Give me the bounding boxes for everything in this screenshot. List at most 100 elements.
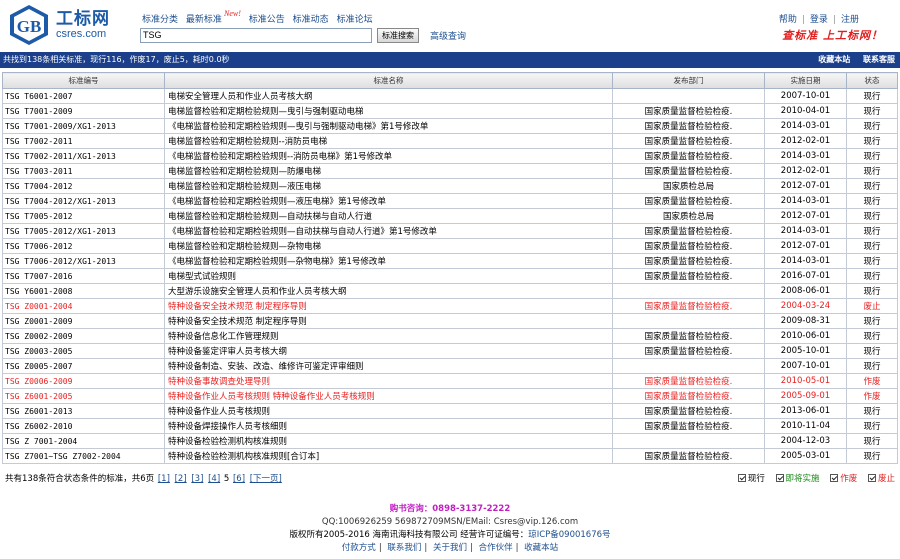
register-link[interactable]: 注册 bbox=[841, 15, 859, 25]
cell-name[interactable]: 《电梯监督检验和定期检验规则—杂物电梯》第1号修改单 bbox=[164, 253, 613, 269]
cell-code[interactable]: TSG Z0003-2005 bbox=[2, 343, 165, 359]
cell-name[interactable]: 特种设备安全技术规范 制定程序导则 bbox=[164, 313, 613, 329]
table-row[interactable]: TSG T7007-2016 电梯型式试验规则 国家质量监督检验检疫. 2016-07… bbox=[2, 268, 898, 284]
cell-name[interactable]: 特种设备事故调查处理导则 bbox=[164, 373, 613, 389]
column-header-status[interactable]: 状态 bbox=[846, 72, 898, 89]
logo-text[interactable]: 工标网 csres.com bbox=[56, 10, 110, 41]
nav-standard-news[interactable]: 标准动态 bbox=[293, 15, 329, 25]
cell-code[interactable]: TSG Z6002-2010 bbox=[2, 418, 165, 434]
cell-code[interactable]: TSG T7001-2009 bbox=[2, 103, 165, 119]
cell-code[interactable]: TSG T7005-2012 bbox=[2, 208, 165, 224]
page-link-2[interactable]: [2] bbox=[175, 474, 187, 484]
search-input[interactable]: TSG bbox=[140, 28, 372, 43]
filter-abolished[interactable]: 废止 bbox=[867, 474, 895, 484]
nav-latest-standards[interactable]: 最新标准 New! bbox=[186, 9, 241, 25]
table-row[interactable]: TSG T6001-2007 电梯安全管理人员和作业人员考核大纲 2007-10-0… bbox=[2, 88, 898, 104]
footer-payment-link[interactable]: 付款方式 bbox=[342, 543, 376, 553]
cell-name[interactable]: 电梯监督检验和定期检验规则--消防员电梯 bbox=[164, 133, 613, 149]
cell-name[interactable]: 电梯监督检验和定期检验规则—曳引与强制驱动电梯 bbox=[164, 103, 613, 119]
cell-code[interactable]: TSG Z0002-2009 bbox=[2, 328, 165, 344]
filter-upcoming[interactable]: 即将实施 bbox=[775, 474, 820, 484]
page-link-1[interactable]: [1] bbox=[158, 474, 170, 484]
footer-contact-link[interactable]: 联系我们 bbox=[387, 543, 421, 553]
cell-code[interactable]: TSG T7007-2016 bbox=[2, 268, 165, 284]
page-link-3[interactable]: [3] bbox=[191, 474, 203, 484]
cell-code[interactable]: TSG T7005-2012/XG1-2013 bbox=[2, 223, 165, 239]
cell-name[interactable]: 电梯型式试验规则 bbox=[164, 268, 613, 284]
cell-code[interactable]: TSG Z0001-2009 bbox=[2, 313, 165, 329]
table-row[interactable]: TSG T7006-2012/XG1-2013 《电梯监督检验和定期检验规则—杂物… bbox=[2, 253, 898, 269]
cell-code[interactable]: TSG Z0006-2009 bbox=[2, 373, 165, 389]
table-row[interactable]: TSG T7005-2012 电梯监督检验和定期检验规则—自动扶梯与自动人行道 国家… bbox=[2, 208, 898, 224]
cell-code[interactable]: TSG T7006-2012 bbox=[2, 238, 165, 254]
cell-code[interactable]: TSG Z 7001-2004 bbox=[2, 433, 165, 449]
table-row[interactable]: TSG Z0001-2004 特种设备安全技术规范 制定程序导则 国家质量监督检验检… bbox=[2, 298, 898, 314]
table-row[interactable]: TSG Z6001-2013 特种设备作业人员考核规则 国家质量监督检验检疫. 201… bbox=[2, 403, 898, 419]
filter-current[interactable]: 现行 bbox=[737, 474, 765, 484]
cell-code[interactable]: TSG Z7001~TSG Z7002-2004 bbox=[2, 448, 165, 464]
cell-name[interactable]: 电梯监督检验和定期检验规则—液压电梯 bbox=[164, 178, 613, 194]
cell-name[interactable]: 特种设备检验检测机构核准规则 bbox=[164, 433, 613, 449]
checkbox-upcoming[interactable] bbox=[775, 474, 784, 482]
cell-code[interactable]: TSG Z0001-2004 bbox=[2, 298, 165, 314]
contact-service-link[interactable]: 联系客服 bbox=[863, 55, 895, 64]
cell-code[interactable]: TSG Y6001-2008 bbox=[2, 283, 165, 299]
table-row[interactable]: TSG T7006-2012 电梯监督检验和定期检验规则—杂物电梯 国家质量监督检验… bbox=[2, 238, 898, 254]
table-row[interactable]: TSG T7001-2009/XG1-2013 《电梯监督检验和定期检验规则—曳引… bbox=[2, 118, 898, 134]
cell-name[interactable]: 《电梯监督检验和定期检验规则—液压电梯》第1号修改单 bbox=[164, 193, 613, 209]
table-row[interactable]: TSG Z6002-2010 特种设备焊接操作人员考核细则 国家质量监督检验检疫. 2… bbox=[2, 418, 898, 434]
table-row[interactable]: TSG Z7001~TSG Z7002-2004 特种设备检验检测机构核准规则[合… bbox=[2, 448, 898, 464]
cell-code[interactable]: TSG T7003-2011 bbox=[2, 163, 165, 179]
cell-code[interactable]: TSG T7006-2012/XG1-2013 bbox=[2, 253, 165, 269]
cell-name[interactable]: 特种设备作业人员考核规则 bbox=[164, 403, 613, 419]
filter-obsolete[interactable]: 作废 bbox=[830, 474, 857, 484]
table-row[interactable]: TSG Z0006-2009 特种设备事故调查处理导则 国家质量监督检验检疫. 201… bbox=[2, 373, 898, 389]
cell-code[interactable]: TSG T7002-2011/XG1-2013 bbox=[2, 148, 165, 164]
column-header-name[interactable]: 标准名称 bbox=[164, 72, 613, 89]
cell-name[interactable]: 电梯监督检验和定期检验规则—防爆电梯 bbox=[164, 163, 613, 179]
checkbox-abolished[interactable] bbox=[867, 474, 876, 482]
table-row[interactable]: TSG T7002-2011 电梯监督检验和定期检验规则--消防员电梯 国家质量监督… bbox=[2, 133, 898, 149]
table-row[interactable]: TSG Z6001-2005 特种设备作业人员考核规则 特种设备作业人员考核规则国… bbox=[2, 388, 898, 404]
footer-about-link[interactable]: 关于我们 bbox=[433, 543, 467, 553]
bookmark-site-link[interactable]: 收藏本站 bbox=[818, 55, 850, 64]
cell-name[interactable]: 特种设备焊接操作人员考核细则 bbox=[164, 418, 613, 434]
table-row[interactable]: TSG Z 7001-2004 特种设备检验检测机构核准规则 2004-12-03 现… bbox=[2, 433, 898, 449]
cell-code[interactable]: TSG Z6001-2013 bbox=[2, 403, 165, 419]
table-row[interactable]: TSG Z0001-2009 特种设备安全技术规范 制定程序导则 2009-08-3… bbox=[2, 313, 898, 329]
table-row[interactable]: TSG Z0002-2009 特种设备信息化工作管理规则 国家质量监督检验检疫. 20… bbox=[2, 328, 898, 344]
cell-name[interactable]: 特种设备检验检测机构核准规则[合订本] bbox=[164, 448, 613, 464]
footer-bookmark-link[interactable]: 收藏本站 bbox=[524, 543, 558, 553]
cell-name[interactable]: 《电梯监督检验和定期检验规则—自动扶梯与自动人行道》第1号修改单 bbox=[164, 223, 613, 239]
cell-code[interactable]: TSG T7004-2012/XG1-2013 bbox=[2, 193, 165, 209]
column-header-date[interactable]: 实施日期 bbox=[764, 72, 847, 89]
page-link-6[interactable]: [6] bbox=[233, 474, 245, 484]
cell-code[interactable]: TSG Z0005-2007 bbox=[2, 358, 165, 374]
table-row[interactable]: TSG T7001-2009 电梯监督检验和定期检验规则—曳引与强制驱动电梯 国家质… bbox=[2, 103, 898, 119]
cell-name[interactable]: 电梯监督检验和定期检验规则—自动扶梯与自动人行道 bbox=[164, 208, 613, 224]
cell-code[interactable]: TSG Z6001-2005 bbox=[2, 388, 165, 404]
cell-name[interactable]: 电梯安全管理人员和作业人员考核大纲 bbox=[164, 88, 613, 104]
table-row[interactable]: TSG T7004-2012/XG1-2013 《电梯监督检验和定期检验规则—液压… bbox=[2, 193, 898, 209]
next-page-link[interactable]: [下一页] bbox=[250, 474, 282, 484]
logo-icon[interactable]: GB bbox=[6, 3, 52, 47]
table-row[interactable]: TSG Z0003-2005 特种设备鉴定评审人员考核大纲 国家质量监督检验检疫. 2… bbox=[2, 343, 898, 359]
table-row[interactable]: TSG Y6001-2008 大型游乐设施安全管理人员和作业人员考核大纲 2008-… bbox=[2, 283, 898, 299]
table-row[interactable]: TSG T7002-2011/XG1-2013 《电梯监督检验和定期检验规则--消… bbox=[2, 148, 898, 164]
nav-standard-forum[interactable]: 标准论坛 bbox=[337, 15, 373, 25]
cell-code[interactable]: TSG T7002-2011 bbox=[2, 133, 165, 149]
nav-standard-announcements[interactable]: 标准公告 bbox=[249, 15, 285, 25]
cell-code[interactable]: TSG T7004-2012 bbox=[2, 178, 165, 194]
table-row[interactable]: TSG Z0005-2007 特种设备制造、安装、改造、维修许可鉴定评审细则 200… bbox=[2, 358, 898, 374]
cell-name[interactable]: 大型游乐设施安全管理人员和作业人员考核大纲 bbox=[164, 283, 613, 299]
checkbox-obsolete[interactable] bbox=[830, 474, 839, 482]
help-link[interactable]: 帮助 bbox=[779, 15, 797, 25]
table-row[interactable]: TSG T7005-2012/XG1-2013 《电梯监督检验和定期检验规则—自动… bbox=[2, 223, 898, 239]
checkbox-current[interactable] bbox=[737, 474, 746, 482]
cell-name[interactable]: 特种设备安全技术规范 制定程序导则 bbox=[164, 298, 613, 314]
cell-name[interactable]: 特种设备鉴定评审人员考核大纲 bbox=[164, 343, 613, 359]
column-header-dept[interactable]: 发布部门 bbox=[612, 72, 765, 89]
icp-link[interactable]: 琼ICP备09001676号 bbox=[528, 530, 610, 540]
cell-name[interactable]: 特种设备制造、安装、改造、维修许可鉴定评审细则 bbox=[164, 358, 613, 374]
cell-name[interactable]: 《电梯监督检验和定期检验规则--消防员电梯》第1号修改单 bbox=[164, 148, 613, 164]
